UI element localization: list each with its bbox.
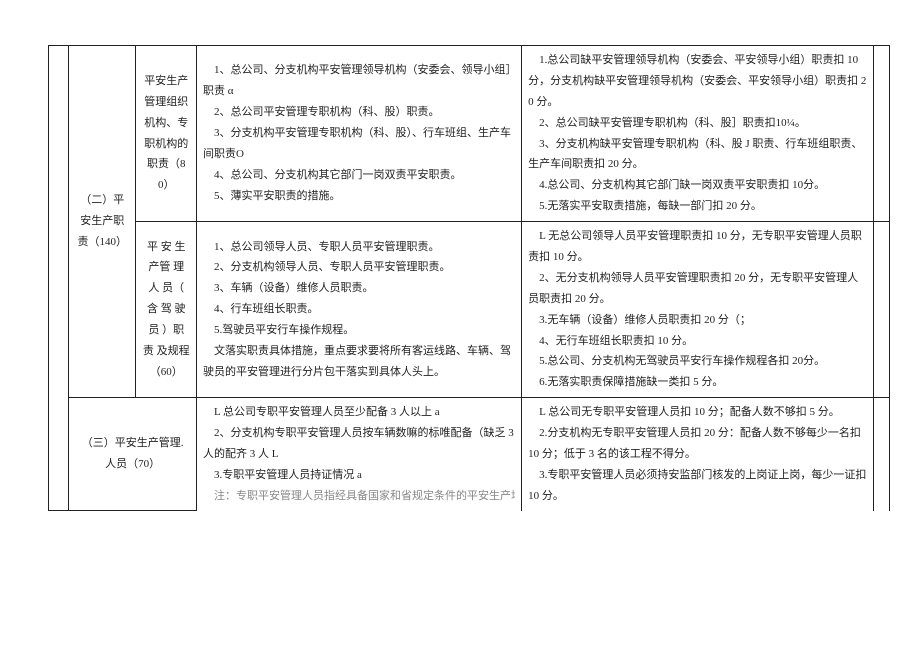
cell-criteria-1: 1、总公司、分支机构平安管理领导机构（安委会、领导小组］职责 α 2、总公司平安…	[196, 46, 521, 222]
cell-criteria-3: L 总公司专职平安管理人员至少配备 3 人以上 a 2、分支机构专职平安管理人员…	[196, 398, 521, 511]
criteria-line: 2、分支机构专职平安管理人员按车辆数嘛的标唯配备（缺乏 3 人的配齐 3 人 L	[203, 423, 515, 465]
scoring-line: 6.无落实职责保障措施缺一类扣 5 分。	[528, 372, 867, 393]
cell-blank-right	[874, 222, 890, 398]
criteria-line: 文落实职责具体措施，重点要求要将所有客运线路、车辆、驾驶员的平安管理进行分片包干…	[203, 341, 515, 383]
cell-blank-right	[874, 46, 890, 222]
cell-criteria-2: 1、总公司领导人员、专职人员平安管理职责。 2、分支机构领导人员、专职人员平安管…	[196, 222, 521, 398]
table-row: 平 安 生 产管 理 人 员（ 含 驾 驶员 ）职 责 及规程（60） 1、总公…	[49, 222, 890, 398]
scoring-line: L 无总公司领导人员平安管理职责扣 10 分，无专职平安管理人员职责扣 10 分…	[528, 226, 867, 268]
criteria-line: 2、分支机构领导人员、专职人员平安管理职责。	[203, 257, 515, 278]
scoring-line: 3.专职平安管理人员必须持安监部门核发的上岗证上岗，每少一证扣 10 分。	[528, 465, 867, 507]
scoring-line: L 总公司无专职平安管理人员扣 10 分；配备人数不够扣 5 分。	[528, 402, 867, 423]
cell-scoring-1: 1.总公司缺平安管理领导机构（安委会、平安领导小组）职责扣 10 分，分支机构缺…	[522, 46, 874, 222]
table-row: （二）平安生产职责（140） 平安生产管理组织机构、专职机构的职责（80） 1、…	[49, 46, 890, 222]
cell-section-2: （二）平安生产职责（140）	[69, 46, 136, 398]
scoring-line: 5.总公司、分支机构无驾驶员平安行车操作规程各扣 20分。	[528, 351, 867, 372]
criteria-line: 4、行车班组长职责。	[203, 299, 515, 320]
scoring-line: 3、分支机构缺平安管理专职机构（科、股 J 职责、行车班组职责、生产车间职责扣 …	[528, 134, 867, 176]
cell-blank-right	[874, 398, 890, 511]
cell-scoring-2: L 无总公司领导人员平安管理职责扣 10 分，无专职平安管理人员职责扣 10 分…	[522, 222, 874, 398]
criteria-line: L 总公司专职平安管理人员至少配备 3 人以上 a	[203, 402, 515, 423]
cell-item-org: 平安生产管理组织机构、专职机构的职责（80）	[136, 46, 197, 222]
cell-scoring-3: L 总公司无专职平安管理人员扣 10 分；配备人数不够扣 5 分。 2.分支机构…	[522, 398, 874, 511]
scoring-line: 2、无分支机构领导人员平安管理职责扣 20 分，无专职平安管理人员职责扣 20 …	[528, 268, 867, 310]
scoring-line: 5.无落实平安取责措施，每缺一部门扣 20 分。	[528, 196, 867, 217]
scoring-line: 1.总公司缺平安管理领导机构（安委会、平安领导小组）职责扣 10 分，分支机构缺…	[528, 50, 867, 113]
criteria-line: 2、总公司平安管理专职机构（科、股）职责。	[203, 102, 515, 123]
table-row: （三）平安生产管理. 人员（70） L 总公司专职平安管理人员至少配备 3 人以…	[49, 398, 890, 511]
criteria-line: 5.驾驶员平安行车操作规程。	[203, 320, 515, 341]
scoring-line: 3.无车辆（设备）维修人员职责扣 20 分（；	[528, 310, 867, 331]
criteria-line: 3、分支机构平安管理专职机构（科、股）、行车班组、生产车间职责O	[203, 123, 515, 165]
cell-item-staff: 平 安 生 产管 理 人 员（ 含 驾 驶员 ）职 责 及规程（60）	[136, 222, 197, 398]
scoring-line: 2、总公司缺平安管理专职机构（科、股］职责扣10¼。	[528, 113, 867, 134]
scoring-line: 4.总公司、分支机构其它部门缺一岗双责平安职责扣 10分。	[528, 175, 867, 196]
criteria-line: 3、车辆（设备）维修人员职责。	[203, 278, 515, 299]
cell-blank-left	[49, 46, 69, 511]
criteria-line: 注：专职平安管理人员指经具备国家和省规定条件的平安生产培训机构培训合格持证上岗的…	[203, 486, 515, 507]
criteria-line: 1、总公司领导人员、专职人员平安管理职责。	[203, 237, 515, 258]
scoring-line: 4、无行车班组长职责扣 10 分。	[528, 331, 867, 352]
assessment-table: （二）平安生产职责（140） 平安生产管理组织机构、专职机构的职责（80） 1、…	[48, 45, 890, 511]
criteria-line: 1、总公司、分支机构平安管理领导机构（安委会、领导小组］职责 α	[203, 60, 515, 102]
scoring-line: 2.分支机构无专职平安管理人员扣 20 分：配备人数不够每少一名扣 10 分；低…	[528, 423, 867, 465]
criteria-line: 4、总公司、分支机构其它部门一岗双责平安职责。	[203, 165, 515, 186]
cell-section-3: （三）平安生产管理. 人员（70）	[69, 398, 197, 511]
criteria-line: 5、薄实平安职责的措施。	[203, 186, 515, 207]
criteria-line: 3.专职平安管理人员持证情况 a	[203, 465, 515, 486]
